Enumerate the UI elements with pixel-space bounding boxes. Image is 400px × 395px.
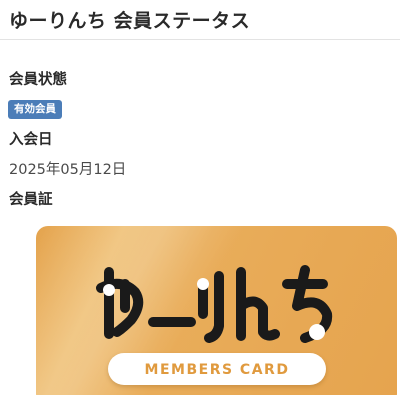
header-bar: ゆーりんち 会員ステータス: [0, 0, 400, 40]
join-date-value: 2025年05月12日: [9, 162, 127, 178]
page-title: ゆーりんち 会員ステータス: [9, 10, 251, 32]
membership-card: MEMBERS CARD: [36, 226, 397, 395]
status-label: 会員状態: [9, 72, 67, 88]
card-logo: [96, 265, 333, 343]
status-badge: 有効会員: [8, 100, 62, 119]
members-card-pill: MEMBERS CARD: [108, 353, 326, 385]
card-label: 会員証: [9, 192, 53, 208]
join-date-label: 入会日: [9, 132, 53, 148]
members-card-text: MEMBERS CARD: [144, 362, 290, 378]
